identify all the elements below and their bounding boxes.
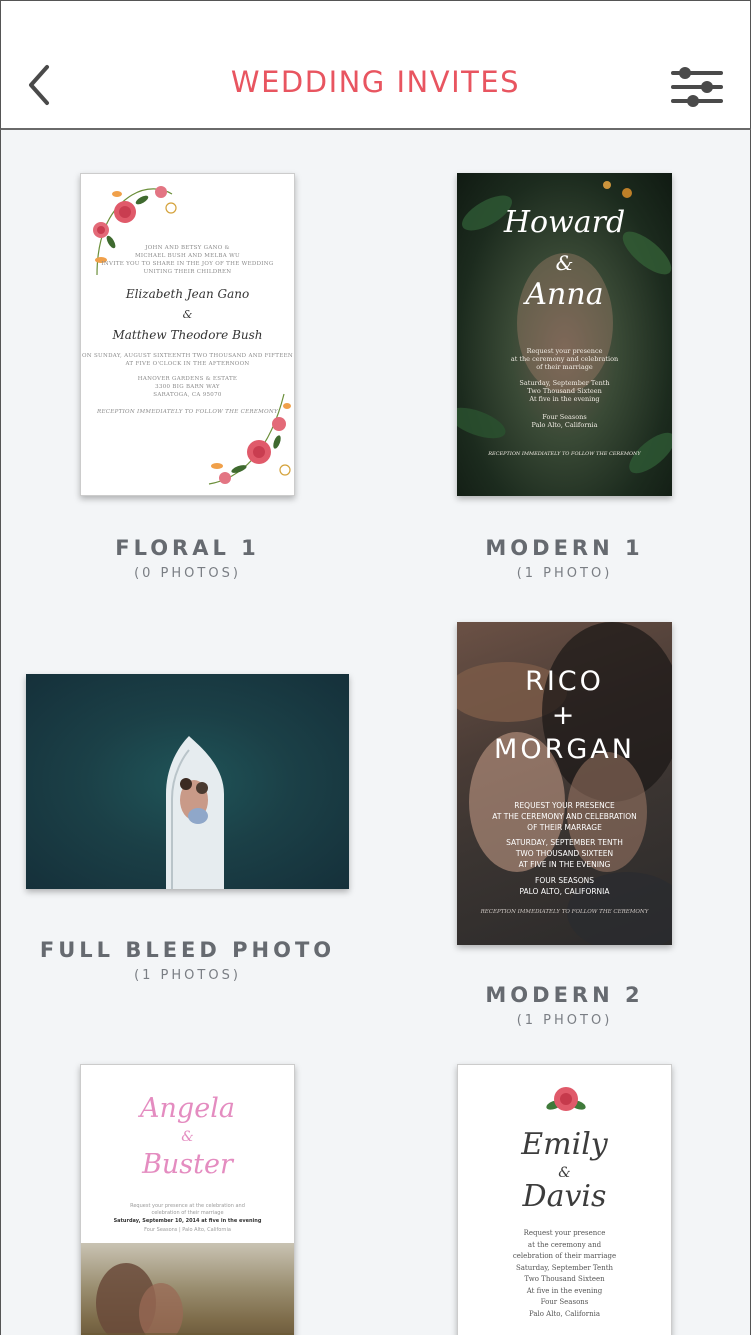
invite-line-6: At five in the evening (526, 1287, 603, 1295)
design-card-modern-1[interactable]: Howard & Anna Request your presence at t… (457, 173, 672, 496)
groom-name: Matthew Theodore Bush (112, 328, 263, 342)
invite-reception: RECEPTION IMMEDIATELY TO FOLLOW THE CERE… (488, 451, 641, 457)
invite-line-5: Saturday, September Tenth (519, 379, 610, 387)
invite-name-2: Anna (525, 277, 604, 312)
invite-line-2: celebration of their marriage (151, 1210, 224, 1216)
sliders-icon (671, 67, 723, 107)
design-count-full-bleed-photo: (1 PHOTOS) (134, 968, 241, 983)
invite-line-6: TWO THOUSAND SIXTEEN (515, 849, 614, 858)
date-line-1: ON SUNDAY, AUGUST SIXTEENTH TWO THOUSAND… (81, 353, 294, 359)
couple-photo (81, 1243, 294, 1335)
page-title: WEDDING INVITES (230, 65, 521, 99)
date-line-2: AT FIVE O'CLOCK IN THE AFTERNOON (125, 361, 250, 367)
design-label-modern-2: MODERN 2 (485, 983, 644, 1007)
design-count-modern-2: (1 PHOTO) (516, 1013, 613, 1028)
design-label-full-bleed-photo: FULL BLEED PHOTO (39, 938, 336, 962)
invite-name-1: Angela (140, 1093, 235, 1124)
invite-name-2: MORGAN (494, 734, 635, 765)
invite-line-3: of their marriage (536, 363, 593, 371)
boat-photo (166, 736, 224, 889)
invite-venue: Four Seasons | Palo Alto, California (144, 1227, 231, 1233)
top-bar: WEDDING INVITES (0, 0, 751, 130)
designs-grid: JOHN AND BETSY GANO & MICHAEL BUSH AND M… (0, 130, 751, 1335)
filter-button[interactable] (669, 63, 725, 111)
couple-photo-shapes (81, 1263, 294, 1335)
invite-line-3: celebration of their marriage (512, 1252, 617, 1260)
invite-line-5: Two Thousand Sixteen (524, 1275, 605, 1283)
invite-ampersand: & (181, 1129, 194, 1145)
bride-name: Elizabeth Jean Gano (125, 287, 250, 301)
design-card-floral-1[interactable]: JOHN AND BETSY GANO & MICHAEL BUSH AND M… (80, 173, 295, 496)
invite-ampersand: & (555, 251, 574, 275)
invite-name-1: Howard (503, 205, 626, 240)
invite-line-3: OF THEIR MARRAGE (527, 823, 602, 832)
parents-line-2: MICHAEL BUSH AND MELBA WU (135, 253, 240, 259)
invite-line-7: AT FIVE IN THE EVENING (518, 860, 611, 869)
invite-line-6: Two Thousand Sixteen (527, 387, 602, 395)
invite-line-9: Four Seasons (542, 413, 587, 421)
parents-line-3: INVITE YOU TO SHARE IN THE JOY OF THE WE… (101, 261, 274, 267)
invite-line-2: at the ceremony and celebration (510, 355, 619, 363)
design-count-floral-1: (0 PHOTOS) (134, 566, 241, 581)
invite-name-2: Buster (142, 1149, 233, 1180)
floral-corner-bottom-decoration (208, 393, 291, 485)
design-card-emily-davis[interactable]: Emily & Davis Request your presence at t… (457, 1064, 672, 1335)
design-card-modern-2[interactable]: RICO + MORGAN REQUEST YOUR PRESENCE AT T… (457, 622, 672, 945)
invite-name-1: Emily (521, 1127, 608, 1162)
design-card-angela-buster[interactable]: Angela & Buster Request your presence at… (80, 1064, 295, 1335)
design-label-floral-1: FLORAL 1 (115, 536, 260, 560)
invite-line-7: At five in the evening (529, 395, 600, 403)
invite-line-1: Request your presence (526, 347, 603, 355)
invite-line-2: AT THE CEREMONY AND CELEBRATION (492, 812, 637, 821)
design-label-modern-1: MODERN 1 (485, 536, 644, 560)
parents-line-1: JOHN AND BETSY GANO & (145, 245, 230, 251)
invite-line-5: SATURDAY, SEPTEMBER TENTH (506, 838, 623, 847)
venue-line-1: HANOVER GARDENS & ESTATE (137, 376, 238, 382)
invite-line-1: REQUEST YOUR PRESENCE (514, 801, 615, 810)
invite-line-10: Palo Alto, California (531, 421, 598, 429)
invite-line-7: Four Seasons (540, 1298, 589, 1306)
invite-line-8: Palo Alto, California (528, 1310, 601, 1318)
design-card-full-bleed-photo[interactable] (26, 674, 349, 889)
ampersand: & (182, 308, 193, 321)
design-count-modern-1: (1 PHOTO) (516, 566, 613, 581)
invite-reception: RECEPTION IMMEDIATELY TO FOLLOW THE CERE… (480, 909, 649, 915)
invite-name-2: Davis (522, 1179, 607, 1214)
invite-name-1: RICO (525, 666, 604, 697)
invite-line-10: PALO ALTO, CALIFORNIA (519, 887, 610, 896)
invite-date: Saturday, September 10, 2014 at five in … (113, 1218, 262, 1224)
invite-plus: + (551, 700, 578, 731)
invite-line-4: Saturday, September Tenth (515, 1264, 614, 1272)
invite-line-1: Request your presence (523, 1229, 606, 1237)
rose-icon (546, 1087, 586, 1111)
invite-line-2: at the ceremony and (527, 1241, 602, 1249)
invite-line-9: FOUR SEASONS (535, 876, 594, 885)
parents-line-4: UNITING THEIR CHILDREN (143, 269, 232, 275)
